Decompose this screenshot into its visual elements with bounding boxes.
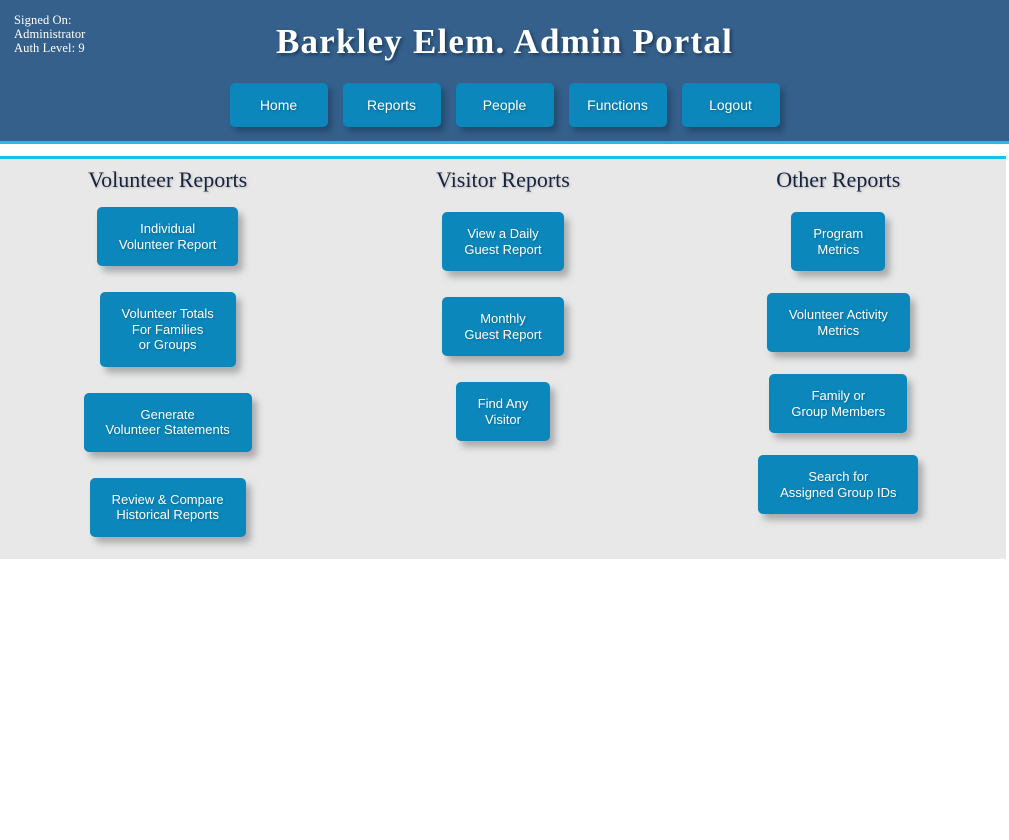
- column-heading-other: Other Reports: [776, 167, 901, 192]
- column-heading-volunteer: Volunteer Reports: [88, 167, 248, 192]
- nav-item-reports[interactable]: Reports: [342, 83, 441, 127]
- report-button-generate-volunteer-statements[interactable]: Generate Volunteer Statements: [83, 392, 252, 452]
- report-button-individual-volunteer-report[interactable]: Individual Volunteer Report: [96, 207, 239, 266]
- report-button-search-assigned-group-ids[interactable]: Search for Assigned Group IDs: [758, 455, 919, 514]
- page-title: Barkley Elem. Admin Portal: [275, 22, 733, 61]
- nav-item-home[interactable]: Home: [229, 83, 328, 127]
- page-header: Signed On: Administrator Auth Level: 9 B…: [0, 0, 1009, 141]
- nav-item-logout[interactable]: Logout: [681, 83, 780, 127]
- volunteer-report-button-stack: Individual Volunteer Report Volunteer To…: [83, 207, 252, 537]
- column-visitor-reports: Visitor Reports View a Daily Guest Repor…: [335, 159, 670, 559]
- report-button-program-metrics[interactable]: Program Metrics: [791, 212, 886, 271]
- column-other-reports: Other Reports Program Metrics Volunteer …: [671, 159, 1006, 559]
- report-button-find-any-visitor[interactable]: Find Any Visitor: [455, 382, 551, 441]
- nav-item-people[interactable]: People: [455, 83, 554, 127]
- column-volunteer-reports: Volunteer Reports Individual Volunteer R…: [0, 159, 335, 559]
- page-blank-area: [0, 559, 1009, 840]
- report-button-volunteer-activity-metrics[interactable]: Volunteer Activity Metrics: [766, 293, 910, 352]
- main-navigation: Home Reports People Functions Logout: [0, 83, 1009, 127]
- reports-panel: Volunteer Reports Individual Volunteer R…: [0, 159, 1006, 559]
- report-button-monthly-guest-report[interactable]: Monthly Guest Report: [442, 297, 564, 356]
- report-button-family-or-group-members[interactable]: Family or Group Members: [769, 374, 908, 433]
- divider-spacer: [0, 144, 1009, 156]
- other-report-button-stack: Program Metrics Volunteer Activity Metri…: [758, 212, 919, 514]
- report-button-view-daily-guest-report[interactable]: View a Daily Guest Report: [442, 212, 564, 271]
- report-button-volunteer-totals-families-groups[interactable]: Volunteer Totals For Families or Groups: [99, 292, 236, 367]
- nav-item-functions[interactable]: Functions: [568, 83, 667, 127]
- visitor-report-button-stack: View a Daily Guest Report Monthly Guest …: [442, 212, 564, 441]
- column-heading-visitor: Visitor Reports: [436, 167, 570, 192]
- report-button-review-compare-historical-reports[interactable]: Review & Compare Historical Reports: [89, 477, 246, 537]
